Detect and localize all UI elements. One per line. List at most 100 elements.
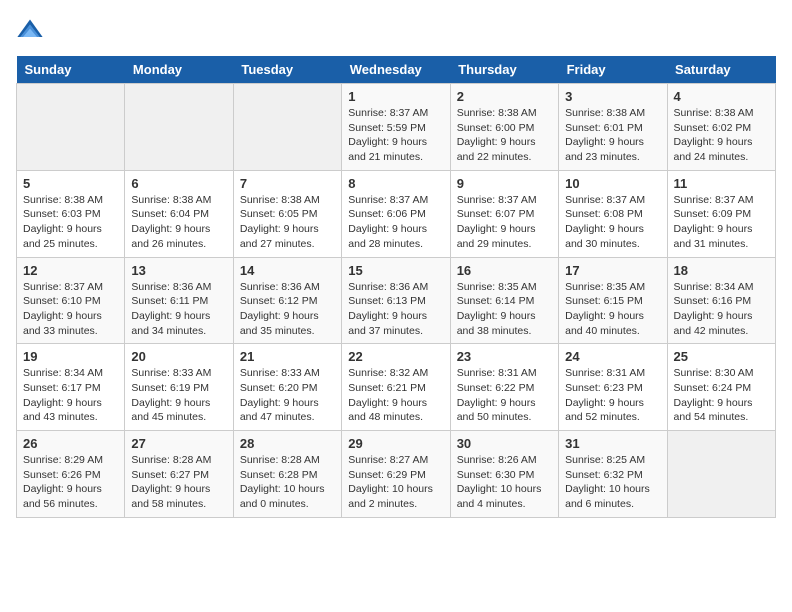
calendar-cell: 8 Sunrise: 8:37 AMSunset: 6:06 PMDaylight…	[342, 170, 450, 257]
day-number: 14	[240, 263, 335, 278]
day-info: Sunrise: 8:31 AMSunset: 6:23 PMDaylight:…	[565, 366, 660, 425]
week-row-1: 1 Sunrise: 8:37 AMSunset: 5:59 PMDaylight…	[17, 84, 776, 171]
calendar-cell: 21 Sunrise: 8:33 AMSunset: 6:20 PMDayligh…	[233, 344, 341, 431]
day-info: Sunrise: 8:34 AMSunset: 6:17 PMDaylight:…	[23, 366, 118, 425]
day-number: 25	[674, 349, 769, 364]
day-info: Sunrise: 8:36 AMSunset: 6:11 PMDaylight:…	[131, 280, 226, 339]
day-info: Sunrise: 8:35 AMSunset: 6:14 PMDaylight:…	[457, 280, 552, 339]
day-number: 28	[240, 436, 335, 451]
calendar-cell: 2 Sunrise: 8:38 AMSunset: 6:00 PMDaylight…	[450, 84, 558, 171]
calendar-cell: 25 Sunrise: 8:30 AMSunset: 6:24 PMDayligh…	[667, 344, 775, 431]
day-info: Sunrise: 8:37 AMSunset: 5:59 PMDaylight:…	[348, 106, 443, 165]
day-info: Sunrise: 8:28 AMSunset: 6:27 PMDaylight:…	[131, 453, 226, 512]
calendar-cell: 28Sunrise: 8:28 AMSunset: 6:28 PMDayligh…	[233, 431, 341, 518]
week-row-4: 19 Sunrise: 8:34 AMSunset: 6:17 PMDayligh…	[17, 344, 776, 431]
day-number: 9	[457, 176, 552, 191]
calendar-cell: 22 Sunrise: 8:32 AMSunset: 6:21 PMDayligh…	[342, 344, 450, 431]
day-number: 1	[348, 89, 443, 104]
calendar-cell: 5 Sunrise: 8:38 AMSunset: 6:03 PMDaylight…	[17, 170, 125, 257]
day-info: Sunrise: 8:36 AMSunset: 6:13 PMDaylight:…	[348, 280, 443, 339]
day-number: 16	[457, 263, 552, 278]
calendar-cell: 3 Sunrise: 8:38 AMSunset: 6:01 PMDaylight…	[559, 84, 667, 171]
day-info: Sunrise: 8:38 AMSunset: 6:00 PMDaylight:…	[457, 106, 552, 165]
weekday-header-monday: Monday	[125, 56, 233, 84]
calendar-cell	[233, 84, 341, 171]
calendar-cell: 29Sunrise: 8:27 AMSunset: 6:29 PMDayligh…	[342, 431, 450, 518]
day-number: 24	[565, 349, 660, 364]
day-number: 11	[674, 176, 769, 191]
calendar-cell: 27 Sunrise: 8:28 AMSunset: 6:27 PMDayligh…	[125, 431, 233, 518]
day-info: Sunrise: 8:32 AMSunset: 6:21 PMDaylight:…	[348, 366, 443, 425]
day-number: 26	[23, 436, 118, 451]
calendar-cell: 1 Sunrise: 8:37 AMSunset: 5:59 PMDaylight…	[342, 84, 450, 171]
calendar-cell: 13 Sunrise: 8:36 AMSunset: 6:11 PMDayligh…	[125, 257, 233, 344]
calendar-cell: 6Sunrise: 8:38 AMSunset: 6:04 PMDaylight…	[125, 170, 233, 257]
day-info: Sunrise: 8:35 AMSunset: 6:15 PMDaylight:…	[565, 280, 660, 339]
day-info: Sunrise: 8:38 AMSunset: 6:05 PMDaylight:…	[240, 193, 335, 252]
day-number: 7	[240, 176, 335, 191]
calendar-cell: 4Sunrise: 8:38 AMSunset: 6:02 PMDaylight…	[667, 84, 775, 171]
calendar-cell: 17Sunrise: 8:35 AMSunset: 6:15 PMDayligh…	[559, 257, 667, 344]
calendar-cell: 12 Sunrise: 8:37 AMSunset: 6:10 PMDayligh…	[17, 257, 125, 344]
day-number: 18	[674, 263, 769, 278]
day-number: 6	[131, 176, 226, 191]
day-number: 8	[348, 176, 443, 191]
day-number: 4	[674, 89, 769, 104]
calendar-cell	[125, 84, 233, 171]
day-number: 5	[23, 176, 118, 191]
logo	[16, 16, 48, 44]
day-info: Sunrise: 8:33 AMSunset: 6:20 PMDaylight:…	[240, 366, 335, 425]
weekday-header-saturday: Saturday	[667, 56, 775, 84]
weekday-header-wednesday: Wednesday	[342, 56, 450, 84]
day-info: Sunrise: 8:36 AMSunset: 6:12 PMDaylight:…	[240, 280, 335, 339]
calendar-cell	[667, 431, 775, 518]
weekday-header-tuesday: Tuesday	[233, 56, 341, 84]
day-number: 27	[131, 436, 226, 451]
day-info: Sunrise: 8:38 AMSunset: 6:01 PMDaylight:…	[565, 106, 660, 165]
calendar-cell: 19 Sunrise: 8:34 AMSunset: 6:17 PMDayligh…	[17, 344, 125, 431]
day-info: Sunrise: 8:30 AMSunset: 6:24 PMDaylight:…	[674, 366, 769, 425]
day-info: Sunrise: 8:37 AMSunset: 6:10 PMDaylight:…	[23, 280, 118, 339]
calendar-cell: 23 Sunrise: 8:31 AMSunset: 6:22 PMDayligh…	[450, 344, 558, 431]
day-info: Sunrise: 8:25 AMSunset: 6:32 PMDaylight:…	[565, 453, 660, 512]
calendar-cell: 11 Sunrise: 8:37 AMSunset: 6:09 PMDayligh…	[667, 170, 775, 257]
day-number: 31	[565, 436, 660, 451]
week-row-2: 5 Sunrise: 8:38 AMSunset: 6:03 PMDaylight…	[17, 170, 776, 257]
day-number: 19	[23, 349, 118, 364]
day-info: Sunrise: 8:37 AMSunset: 6:08 PMDaylight:…	[565, 193, 660, 252]
week-row-3: 12 Sunrise: 8:37 AMSunset: 6:10 PMDayligh…	[17, 257, 776, 344]
weekday-header-friday: Friday	[559, 56, 667, 84]
day-info: Sunrise: 8:27 AMSunset: 6:29 PMDaylight:…	[348, 453, 443, 512]
calendar-cell: 24 Sunrise: 8:31 AMSunset: 6:23 PMDayligh…	[559, 344, 667, 431]
day-number: 23	[457, 349, 552, 364]
calendar-cell: 14 Sunrise: 8:36 AMSunset: 6:12 PMDayligh…	[233, 257, 341, 344]
day-info: Sunrise: 8:26 AMSunset: 6:30 PMDaylight:…	[457, 453, 552, 512]
day-number: 13	[131, 263, 226, 278]
day-info: Sunrise: 8:34 AMSunset: 6:16 PMDaylight:…	[674, 280, 769, 339]
day-number: 2	[457, 89, 552, 104]
day-info: Sunrise: 8:37 AMSunset: 6:06 PMDaylight:…	[348, 193, 443, 252]
calendar-cell: 31 Sunrise: 8:25 AMSunset: 6:32 PMDayligh…	[559, 431, 667, 518]
page-header	[16, 16, 776, 44]
day-info: Sunrise: 8:33 AMSunset: 6:19 PMDaylight:…	[131, 366, 226, 425]
day-info: Sunrise: 8:37 AMSunset: 6:09 PMDaylight:…	[674, 193, 769, 252]
day-number: 20	[131, 349, 226, 364]
calendar-cell: 9Sunrise: 8:37 AMSunset: 6:07 PMDaylight…	[450, 170, 558, 257]
calendar-cell: 15 Sunrise: 8:36 AMSunset: 6:13 PMDayligh…	[342, 257, 450, 344]
weekday-header-thursday: Thursday	[450, 56, 558, 84]
calendar-table: SundayMondayTuesdayWednesdayThursdayFrid…	[16, 56, 776, 518]
day-info: Sunrise: 8:38 AMSunset: 6:03 PMDaylight:…	[23, 193, 118, 252]
day-number: 12	[23, 263, 118, 278]
calendar-cell: 20 Sunrise: 8:33 AMSunset: 6:19 PMDayligh…	[125, 344, 233, 431]
calendar-cell: 7 Sunrise: 8:38 AMSunset: 6:05 PMDaylight…	[233, 170, 341, 257]
day-info: Sunrise: 8:31 AMSunset: 6:22 PMDaylight:…	[457, 366, 552, 425]
day-number: 10	[565, 176, 660, 191]
logo-icon	[16, 16, 44, 44]
day-number: 15	[348, 263, 443, 278]
weekday-header-row: SundayMondayTuesdayWednesdayThursdayFrid…	[17, 56, 776, 84]
calendar-cell: 30Sunrise: 8:26 AMSunset: 6:30 PMDayligh…	[450, 431, 558, 518]
day-number: 21	[240, 349, 335, 364]
day-number: 3	[565, 89, 660, 104]
calendar-cell: 26Sunrise: 8:29 AMSunset: 6:26 PMDayligh…	[17, 431, 125, 518]
day-number: 22	[348, 349, 443, 364]
